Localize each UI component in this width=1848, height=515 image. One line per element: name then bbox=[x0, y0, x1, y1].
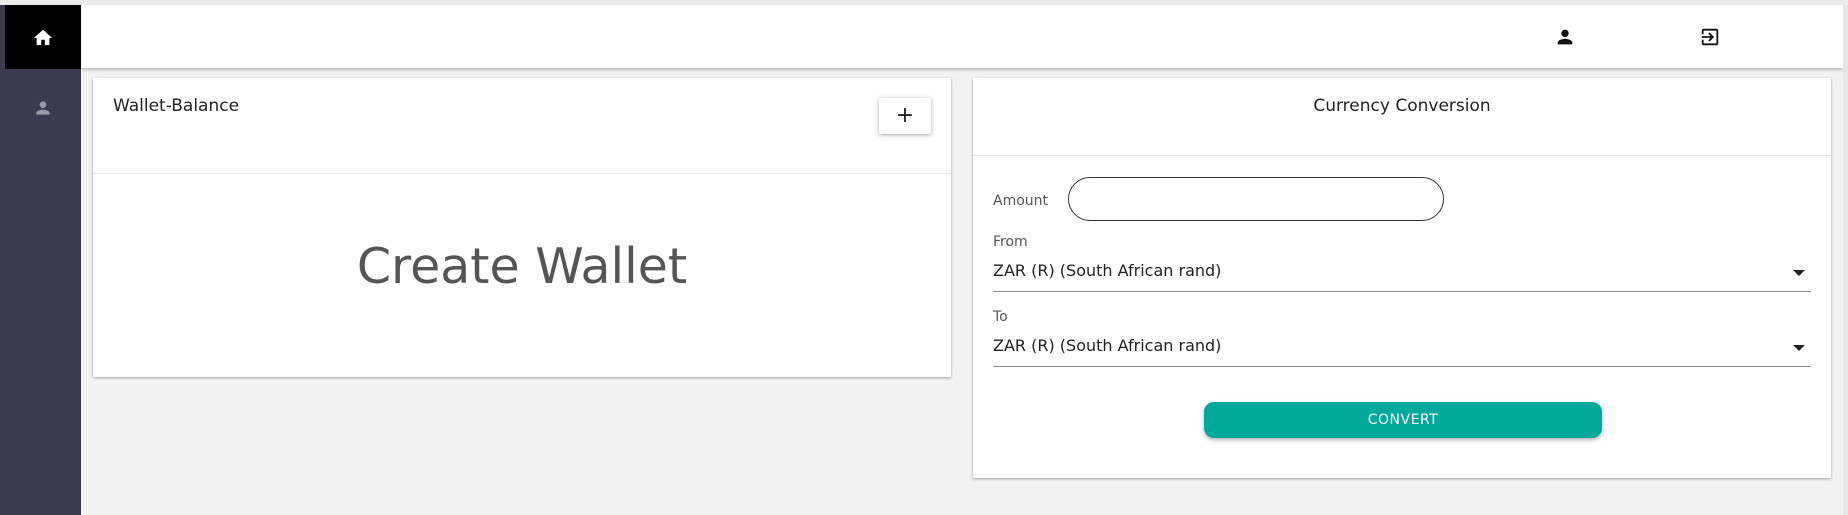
currency-conversion-card: Currency Conversion Amount From ZAR (R) … bbox=[973, 78, 1831, 478]
from-currency-value: ZAR (R) (South African rand) bbox=[993, 261, 1222, 280]
to-currency-select[interactable]: ZAR (R) (South African rand) bbox=[993, 328, 1811, 367]
person-icon bbox=[36, 101, 50, 115]
amount-input[interactable] bbox=[1068, 177, 1444, 221]
wallet-balance-card: Wallet-Balance + Create Wallet bbox=[93, 78, 951, 377]
home-icon bbox=[33, 29, 53, 46]
wallet-balance-title: Wallet-Balance bbox=[113, 96, 240, 116]
dropdown-arrow-icon bbox=[1793, 345, 1805, 351]
from-label: From bbox=[993, 234, 1028, 250]
to-currency-value: ZAR (R) (South African rand) bbox=[993, 336, 1222, 355]
create-wallet-link[interactable]: Create Wallet bbox=[93, 238, 951, 295]
to-label: To bbox=[993, 309, 1008, 325]
sidebar-item-profile[interactable] bbox=[5, 77, 81, 139]
currency-conversion-title: Currency Conversion bbox=[1313, 96, 1491, 116]
logout-icon bbox=[1701, 28, 1719, 45]
logout-button[interactable] bbox=[1686, 5, 1734, 68]
dropdown-arrow-icon bbox=[1793, 270, 1805, 276]
profile-button[interactable] bbox=[1541, 5, 1589, 68]
page-scrollbar[interactable] bbox=[1843, 5, 1848, 515]
sidebar-item-home[interactable] bbox=[5, 5, 81, 69]
divider bbox=[973, 155, 1831, 156]
person-icon bbox=[1557, 29, 1573, 44]
divider bbox=[93, 173, 951, 174]
convert-button[interactable]: CONVERT bbox=[1204, 402, 1602, 438]
sidebar bbox=[0, 5, 81, 515]
add-wallet-button[interactable]: + bbox=[879, 98, 931, 134]
top-app-bar bbox=[81, 5, 1843, 68]
amount-label: Amount bbox=[993, 193, 1049, 209]
from-currency-select[interactable]: ZAR (R) (South African rand) bbox=[993, 253, 1811, 292]
